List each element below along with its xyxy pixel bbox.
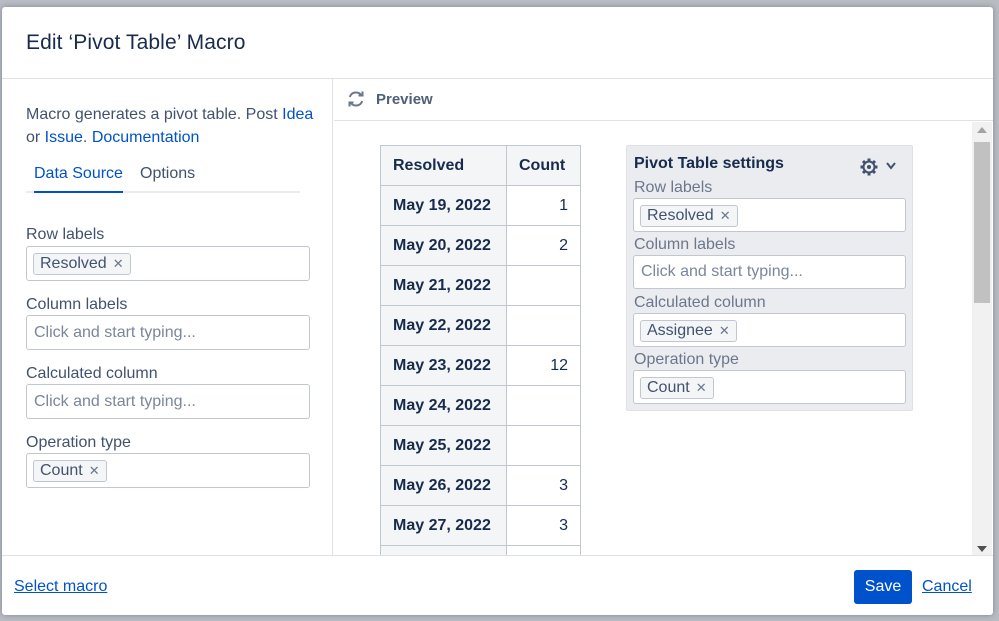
gear-icon[interactable] [859,157,879,177]
row-date: May 26, 2022 [380,465,507,506]
row-date: May 27, 2022 [380,505,507,546]
idea-link[interactable]: Idea [282,106,313,123]
tab-data-source[interactable]: Data Source [34,165,123,193]
row-date: May 22, 2022 [380,305,507,346]
remove-icon[interactable]: ✕ [89,463,100,478]
settings-row-labels-label: Row labels [634,179,713,196]
preview-scrollbar[interactable] [972,122,992,555]
tag-count: Count ✕ [640,377,714,399]
tab-options[interactable]: Options [140,165,195,193]
row-count: 2 [506,225,581,266]
preview-label: Preview [376,91,433,108]
table-header-row: Resolved Count [380,145,581,186]
remove-icon[interactable]: ✕ [113,256,124,271]
tab-bar: Data Source Options [26,165,300,193]
scroll-thumb[interactable] [974,142,990,303]
table-row: May 23, 2022 12 [380,345,581,386]
row-date: May 25, 2022 [380,425,507,466]
tag-label: Count [40,462,83,479]
row-date: May 20, 2022 [380,225,507,266]
tag-label: Count [647,379,690,396]
row-count: 3 [506,465,581,506]
settings-calculated-column-input[interactable]: Assignee ✕ [633,313,906,347]
row-date: May 23, 2022 [380,345,507,386]
calculated-column-placeholder: Click and start typing... [34,393,196,410]
save-button[interactable]: Save [854,570,912,604]
select-macro-link[interactable]: Select macro [14,578,107,596]
row-count [506,385,581,426]
row-labels-label: Row labels [26,226,105,243]
column-header-count: Count [506,145,581,186]
tag-label: Resolved [40,255,107,272]
table-row: May 24, 2022 [380,385,581,426]
table-row: May 22, 2022 [380,305,581,346]
row-count: 12 [506,345,581,386]
dialog-header: Edit ‘Pivot Table’ Macro [2,7,993,79]
settings-column-labels-input[interactable]: Click and start typing... [633,255,906,289]
row-labels-input[interactable]: Resolved ✕ [26,246,310,281]
macro-dialog: Edit ‘Pivot Table’ Macro Macro generates… [2,7,993,615]
desc-text: . [82,129,92,146]
row-count [506,425,581,466]
row-count: 3 [506,505,581,546]
tag-assignee: Assignee ✕ [640,320,737,342]
column-labels-input[interactable]: Click and start typing... [26,315,310,350]
operation-type-input[interactable]: Count ✕ [26,453,310,488]
dialog-footer: Select macro Save Cancel [2,555,993,615]
pivot-table: Resolved Count May 19, 2022 1 May 20, 202… [380,145,581,555]
column-header-resolved: Resolved [380,145,507,186]
table-row: May 27, 2022 3 [380,505,581,546]
remove-icon[interactable]: ✕ [696,380,707,395]
tag-resolved: Resolved ✕ [33,253,131,275]
remove-icon[interactable]: ✕ [719,323,730,338]
settings-operation-type-input[interactable]: Count ✕ [633,370,906,404]
preview-bar: Preview [334,79,993,121]
row-date: May 19, 2022 [380,185,507,226]
row-date: May 24, 2022 [380,385,507,426]
table-row: May 26, 2022 3 [380,465,581,506]
row-count [506,545,581,555]
column-labels-placeholder: Click and start typing... [34,324,196,341]
column-labels-label: Column labels [26,296,128,313]
row-date [380,545,507,555]
table-row: May 25, 2022 [380,425,581,466]
desc-text: or [26,129,45,146]
settings-operation-type-label: Operation type [634,351,739,368]
scroll-down-arrow[interactable] [977,546,987,552]
settings-column-labels-placeholder: Click and start typing... [641,263,803,280]
dialog-title: Edit ‘Pivot Table’ Macro [26,31,246,54]
operation-type-label: Operation type [26,434,131,451]
table-row: May 20, 2022 2 [380,225,581,266]
calculated-column-input[interactable]: Click and start typing... [26,384,310,419]
table-row: May 21, 2022 [380,265,581,306]
table-row: May 19, 2022 1 [380,185,581,226]
right-panel: Preview Resolved Count May 19, 2022 1 May… [334,79,993,555]
desc-text: Macro generates a pivot table. Post [26,106,283,123]
calculated-column-label: Calculated column [26,365,158,382]
settings-column-labels-label: Column labels [634,236,736,253]
pivot-settings-panel: Pivot Table settings Row labels Resolved… [626,145,913,411]
tag-resolved: Resolved ✕ [640,205,738,227]
row-count [506,265,581,306]
row-count [506,305,581,346]
refresh-icon[interactable] [346,89,366,109]
issue-link[interactable]: Issue [45,129,83,146]
preview-area: Resolved Count May 19, 2022 1 May 20, 202… [334,122,974,555]
macro-description: Macro generates a pivot table. Post Idea… [26,103,322,149]
remove-icon[interactable]: ✕ [720,208,731,223]
settings-row-labels-input[interactable]: Resolved ✕ [633,198,906,232]
cancel-button[interactable]: Cancel [922,578,972,596]
settings-title: Pivot Table settings [634,155,784,172]
tag-label: Resolved [647,207,714,224]
left-panel: Macro generates a pivot table. Post Idea… [2,79,333,555]
scroll-up-arrow[interactable] [977,127,987,133]
table-row [380,545,581,555]
row-date: May 21, 2022 [380,265,507,306]
tag-count: Count ✕ [33,460,107,482]
settings-calculated-column-label: Calculated column [634,294,766,311]
chevron-down-icon[interactable] [885,161,897,171]
tag-label: Assignee [647,322,713,339]
documentation-link[interactable]: Documentation [92,129,200,146]
row-count: 1 [506,185,581,226]
